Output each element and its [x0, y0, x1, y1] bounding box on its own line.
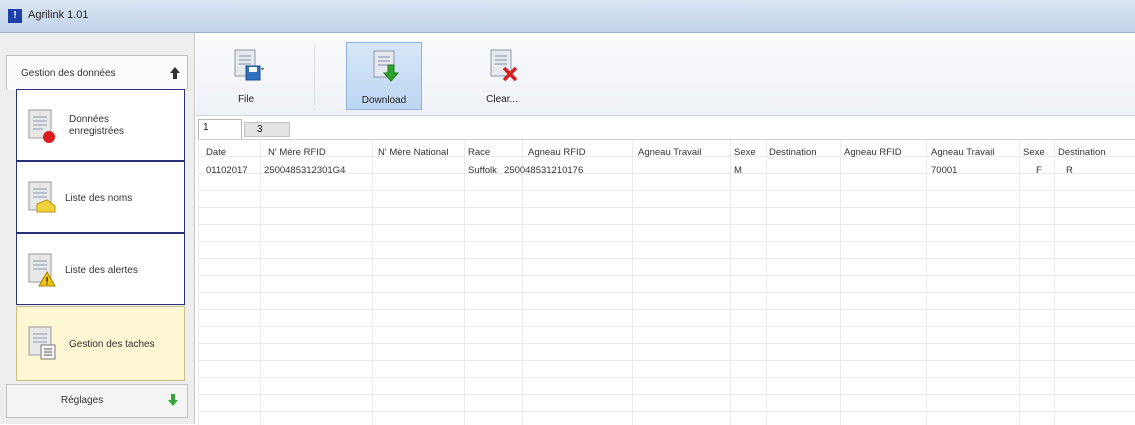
- toolbar: File Download Clear...: [196, 37, 1135, 116]
- sidebar-item-label: Gestion des taches: [69, 339, 155, 350]
- sidebar-footer-label: Réglages: [60, 395, 104, 406]
- download-button-label: Download: [361, 95, 407, 106]
- sidebar-item-liste-des-alertes[interactable]: Liste des alertes: [16, 233, 185, 305]
- table-cell[interactable]: F: [1036, 165, 1042, 176]
- document-list-icon: [28, 326, 56, 360]
- arrow-down-icon: [168, 394, 178, 406]
- table-cell[interactable]: 70001: [931, 165, 957, 176]
- sidebar: Gestion des données Données enregistrées…: [0, 33, 195, 424]
- clear-button-label: Clear...: [486, 94, 518, 105]
- window-title: Agrilink 1.01: [28, 9, 89, 21]
- toolbar-separator: [314, 45, 315, 105]
- download-button[interactable]: Download: [346, 42, 422, 110]
- document-yellow-tag-icon: [28, 181, 56, 213]
- document-warning-icon: [28, 253, 56, 287]
- column-header-agneau-rfid-2[interactable]: Agneau RFID: [844, 147, 902, 158]
- data-table: Date N' Mère RFID N' Mère National Race …: [198, 139, 1135, 425]
- download-icon: [373, 50, 400, 82]
- sidebar-item-donnees-enregistrees[interactable]: Données enregistrées: [16, 89, 185, 161]
- clear-icon: [490, 49, 518, 82]
- column-header-race[interactable]: Race: [468, 147, 490, 158]
- column-header-sexe[interactable]: Sexe: [734, 147, 756, 158]
- column-header-date[interactable]: Date: [206, 147, 226, 158]
- column-header-destination-2[interactable]: Destination: [1058, 147, 1106, 158]
- sidebar-header[interactable]: Gestion des données: [6, 55, 188, 90]
- sidebar-item-label: Liste des alertes: [65, 265, 138, 276]
- sidebar-item-label: Données enregistrées: [69, 114, 125, 137]
- column-header-mere-rfid[interactable]: N' Mère RFID: [268, 147, 326, 158]
- file-button-label: File: [237, 94, 255, 105]
- tab-strip: 1 3: [198, 119, 1135, 139]
- sidebar-footer-reglages[interactable]: Réglages: [6, 384, 188, 418]
- title-bar: ! Agrilink 1.01: [0, 0, 1135, 33]
- tab-1[interactable]: 1: [198, 119, 242, 139]
- column-header-sexe-2[interactable]: Sexe: [1023, 147, 1045, 158]
- column-header-mere-national[interactable]: N' Mère National: [378, 147, 448, 158]
- table-cell[interactable]: Suffolk: [468, 165, 497, 176]
- table-cell[interactable]: R: [1066, 165, 1073, 176]
- tab-3[interactable]: 3: [244, 122, 290, 137]
- column-header-agneau-rfid[interactable]: Agneau RFID: [528, 147, 586, 158]
- arrow-up-icon: [170, 67, 180, 79]
- table-cell[interactable]: M: [734, 165, 742, 176]
- table-cell[interactable]: 01102017: [206, 165, 248, 176]
- app-icon: !: [8, 9, 22, 23]
- file-button[interactable]: File: [208, 42, 284, 110]
- sidebar-item-liste-des-noms[interactable]: Liste des noms: [16, 161, 185, 233]
- sidebar-header-label: Gestion des données: [21, 68, 116, 79]
- file-save-icon: [234, 49, 264, 81]
- column-header-agneau-travail[interactable]: Agneau Travail: [638, 147, 701, 158]
- table-cell[interactable]: 2500485312301G4: [264, 165, 345, 176]
- table-cell[interactable]: 250048531210176: [504, 165, 583, 176]
- sidebar-item-label: Liste des noms: [65, 193, 133, 204]
- clear-button[interactable]: Clear...: [464, 42, 540, 110]
- document-red-dot-icon: [28, 109, 55, 143]
- sidebar-item-gestion-des-taches[interactable]: Gestion des taches: [16, 306, 185, 381]
- column-header-destination[interactable]: Destination: [769, 147, 817, 158]
- column-header-agneau-travail-2[interactable]: Agneau Travail: [931, 147, 994, 158]
